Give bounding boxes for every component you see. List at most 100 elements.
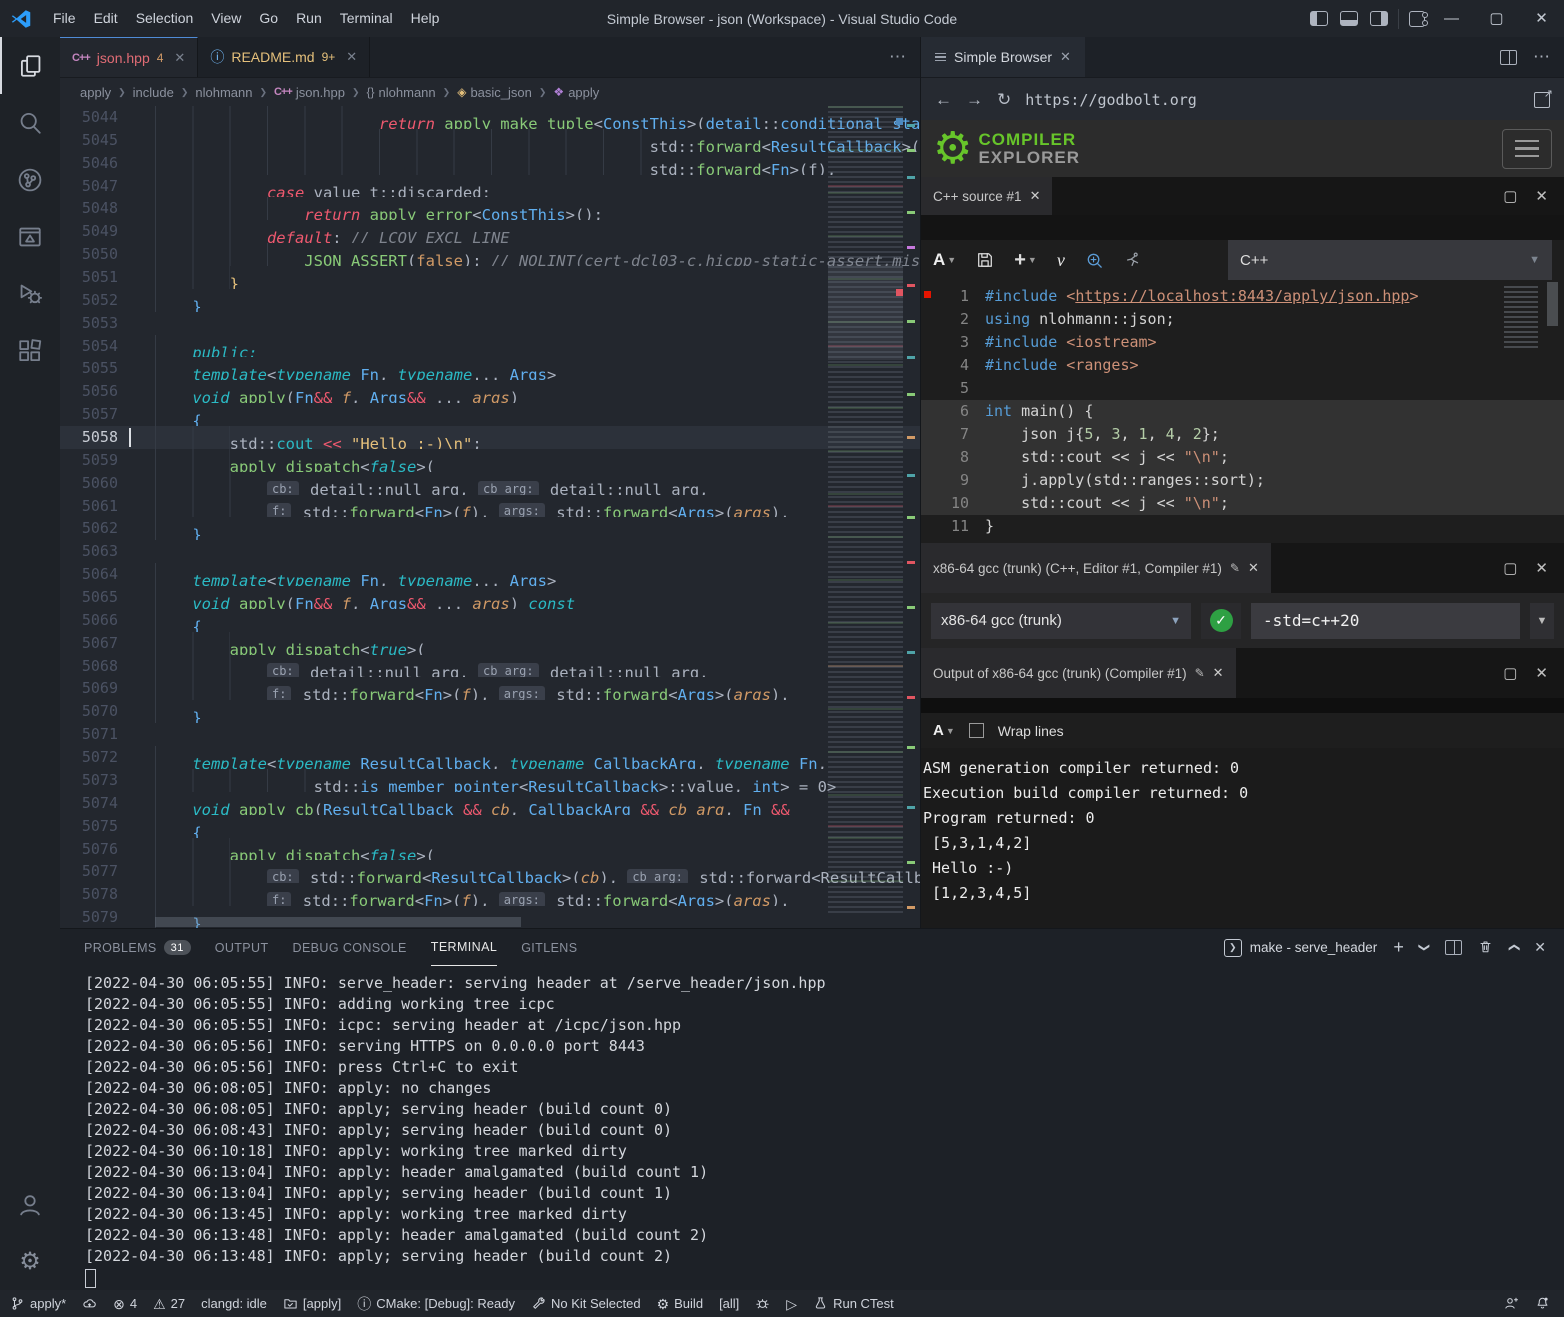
- code-line-5048[interactable]: 5048return apply_error<ConstThis>();: [60, 197, 920, 220]
- zoom-icon[interactable]: [1085, 251, 1104, 270]
- status-item-publish[interactable]: [82, 1296, 97, 1311]
- panel-tab-gitlens[interactable]: GITLENS: [521, 929, 577, 966]
- source-control-icon[interactable]: [0, 151, 60, 208]
- language-select[interactable]: C++▼: [1228, 240, 1552, 280]
- code-line-5067[interactable]: 5067apply_dispatch<true>(: [60, 632, 920, 655]
- close-pane-icon[interactable]: ✕: [1535, 187, 1548, 205]
- menu-edit[interactable]: Edit: [85, 10, 127, 26]
- maximize-button[interactable]: ▢: [1474, 0, 1519, 37]
- code-line-5047[interactable]: 5047case value_t::discarded:: [60, 175, 920, 198]
- compiler-options-input[interactable]: -std=c++20: [1251, 603, 1520, 639]
- status-item-cmake-debug[interactable]: [755, 1296, 770, 1311]
- ce-code-line-10[interactable]: 10 std::cout << j << "\n";: [921, 492, 1564, 515]
- code-line-5076[interactable]: 5076apply_dispatch<false>(: [60, 838, 920, 861]
- status-item-feedback[interactable]: [1504, 1296, 1519, 1311]
- ce-compiler-tab[interactable]: x86-64 gcc (trunk) (C++, Editor #1, Comp…: [921, 543, 1271, 593]
- code-line-5052[interactable]: 5052}: [60, 289, 920, 312]
- panel-tab-problems[interactable]: PROBLEMS31: [84, 929, 191, 966]
- ce-code-line-5[interactable]: 5: [921, 377, 1564, 400]
- code-line-5050[interactable]: 5050JSON_ASSERT(false); // NOLINT(cert-d…: [60, 243, 920, 266]
- ce-source-editor[interactable]: 1#include <https://localhost:8443/apply/…: [921, 280, 1564, 543]
- status-item-warnings[interactable]: ⚠27: [153, 1296, 185, 1311]
- breadcrumb-item-json.hpp[interactable]: C++json.hpp: [274, 85, 345, 100]
- back-icon[interactable]: ←: [935, 90, 952, 110]
- breadcrumb[interactable]: apply❯include❯nlohmann❯C++json.hpp❯{}nlo…: [60, 78, 920, 106]
- status-item-errors[interactable]: ⊗4: [113, 1296, 137, 1311]
- close-icon[interactable]: ✕: [1213, 665, 1224, 681]
- menu-help[interactable]: Help: [402, 10, 449, 26]
- code-line-5068[interactable]: 5068cb: detail::null_arg, cb_arg: detail…: [60, 655, 920, 678]
- add-pane-button[interactable]: +▼: [1014, 249, 1037, 272]
- code-line-5058[interactable]: 5058std::cout << "Hello :-)\n";: [60, 426, 920, 449]
- breadcrumb-item-nlohmann[interactable]: {}nlohmann: [367, 85, 436, 100]
- editor-more-actions[interactable]: ⋯: [875, 37, 920, 77]
- menu-selection[interactable]: Selection: [127, 10, 203, 26]
- save-icon[interactable]: [976, 251, 994, 269]
- code-line-5057[interactable]: 5057{: [60, 403, 920, 426]
- ce-menu-button[interactable]: [1502, 129, 1552, 169]
- code-line-5059[interactable]: 5059apply_dispatch<false>(: [60, 449, 920, 472]
- close-icon[interactable]: ✕: [1060, 49, 1071, 65]
- code-line-5073[interactable]: 5073std::is_member_pointer<ResultCallbac…: [60, 769, 920, 792]
- close-pane-icon[interactable]: ✕: [1535, 664, 1548, 682]
- code-line-5077[interactable]: 5077cb: std::forward<ResultCallback>(cb)…: [60, 860, 920, 883]
- ce-code-line-11[interactable]: 11}: [921, 515, 1564, 538]
- code-line-5061[interactable]: 5061f: std::forward<Fn>(f), args: std::f…: [60, 495, 920, 518]
- status-item-cmake-status[interactable]: ⓘCMake: [Debug]: Ready: [357, 1296, 515, 1311]
- minimap-slider[interactable]: [828, 264, 903, 360]
- code-line-5070[interactable]: 5070}: [60, 700, 920, 723]
- maximize-pane-icon[interactable]: ▢: [1503, 559, 1517, 577]
- close-icon[interactable]: ✕: [1030, 188, 1041, 204]
- tab-json.hpp[interactable]: C++json.hpp4✕: [60, 37, 198, 77]
- toggle-secondary-sidebar-icon[interactable]: [1370, 11, 1388, 26]
- panel-tab-output[interactable]: OUTPUT: [215, 929, 269, 966]
- menu-go[interactable]: Go: [250, 10, 287, 26]
- code-line-5063[interactable]: 5063: [60, 540, 920, 563]
- code-line-5045[interactable]: 5045std::forward<ResultCallback>(cb),: [60, 129, 920, 152]
- code-line-5078[interactable]: 5078f: std::forward<Fn>(f), args: std::f…: [60, 883, 920, 906]
- maximize-pane-icon[interactable]: ▢: [1503, 187, 1517, 205]
- insights-icon[interactable]: [1124, 251, 1142, 269]
- code-line-5064[interactable]: 5064template<typename Fn, typename... Ar…: [60, 563, 920, 586]
- wrap-lines-checkbox[interactable]: [969, 723, 984, 738]
- code-line-5049[interactable]: 5049default: // LCOV_EXCL_LINE: [60, 220, 920, 243]
- ce-code-line-4[interactable]: 4#include <ranges>: [921, 354, 1564, 377]
- font-size-button[interactable]: A▼: [933, 250, 956, 270]
- code-line-5056[interactable]: 5056void apply(Fn&& f, Args&& ... args): [60, 380, 920, 403]
- forward-icon[interactable]: →: [966, 90, 983, 110]
- font-size-button[interactable]: A▼: [933, 722, 955, 739]
- manage-icon[interactable]: ⚙: [0, 1233, 60, 1290]
- code-line-5069[interactable]: 5069f: std::forward<Fn>(f), args: std::f…: [60, 677, 920, 700]
- code-line-5046[interactable]: 5046std::forward<Fn>(f),: [60, 152, 920, 175]
- code-line-5066[interactable]: 5066{: [60, 609, 920, 632]
- tab-simple-browser[interactable]: Simple Browser ✕: [921, 37, 1085, 77]
- close-icon[interactable]: ✕: [1248, 560, 1259, 576]
- code-line-5071[interactable]: 5071: [60, 723, 920, 746]
- reload-icon[interactable]: ↻: [997, 90, 1011, 110]
- accounts-icon[interactable]: [0, 1176, 60, 1233]
- terminal-select[interactable]: ❯ make - serve_header: [1224, 939, 1378, 957]
- split-editor-icon[interactable]: [1500, 50, 1517, 65]
- vim-mode-icon[interactable]: v: [1057, 250, 1065, 271]
- panel-tab-debug-console[interactable]: DEBUG CONSOLE: [293, 929, 407, 966]
- ce-code-line-7[interactable]: 7 json j{5, 3, 1, 4, 2};: [921, 423, 1564, 446]
- explorer-icon[interactable]: [0, 37, 60, 94]
- more-actions-icon[interactable]: ⋯: [1533, 47, 1550, 67]
- breadcrumb-item-basic_json[interactable]: ◈basic_json: [457, 85, 532, 100]
- minimize-button[interactable]: —: [1429, 0, 1474, 37]
- status-item-run-ctest[interactable]: Run CTest: [813, 1296, 894, 1311]
- terminal-dropdown-icon[interactable]: ❯: [1418, 943, 1431, 952]
- maximize-pane-icon[interactable]: ▢: [1503, 664, 1517, 682]
- breadcrumb-item-nlohmann[interactable]: nlohmann: [195, 85, 252, 100]
- close-button[interactable]: ✕: [1519, 0, 1564, 37]
- code-line-5075[interactable]: 5075{: [60, 815, 920, 838]
- status-item-clangd-status[interactable]: clangd: idle: [201, 1296, 267, 1311]
- extensions-icon[interactable]: [0, 322, 60, 379]
- toggle-panel-icon[interactable]: [1340, 11, 1358, 26]
- edit-icon[interactable]: ✎: [1230, 561, 1240, 575]
- code-line-5054[interactable]: 5054public:: [60, 335, 920, 358]
- status-item-cmake-kit[interactable]: No Kit Selected: [531, 1296, 641, 1311]
- close-icon[interactable]: ✕: [346, 49, 357, 65]
- kill-terminal-icon[interactable]: [1478, 939, 1493, 957]
- ce-code-line-2[interactable]: 2using nlohmann::json;: [921, 308, 1564, 331]
